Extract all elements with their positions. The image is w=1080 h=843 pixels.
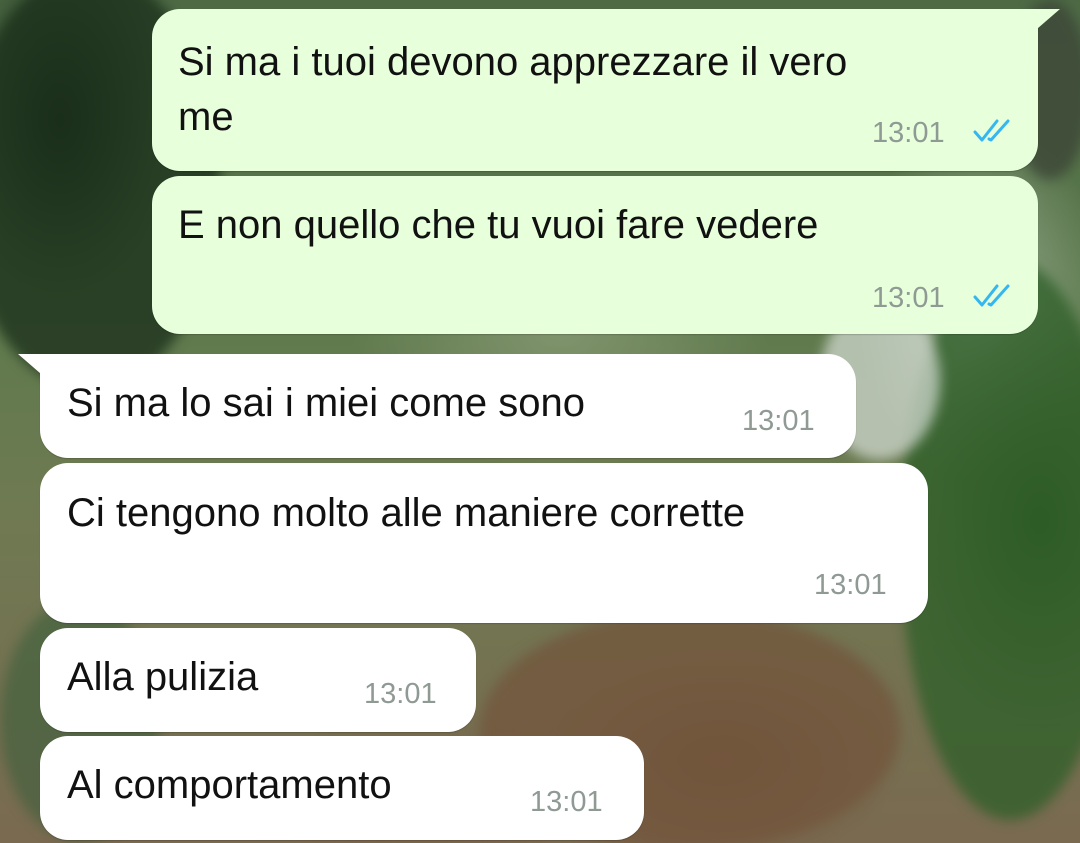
double-check-read-icon bbox=[973, 119, 1010, 142]
message-timestamp: 13:01 bbox=[872, 282, 945, 314]
bubble-tail-outgoing bbox=[1030, 9, 1060, 35]
message-timestamp: 13:01 bbox=[742, 405, 815, 437]
message-timestamp: 13:01 bbox=[364, 678, 437, 710]
bubble-tail-incoming bbox=[18, 354, 48, 380]
message-timestamp: 13:01 bbox=[530, 786, 603, 818]
message-timestamp: 13:01 bbox=[872, 117, 945, 149]
message-text: Al comportamento bbox=[67, 763, 392, 807]
message-timestamp: 13:01 bbox=[814, 569, 887, 601]
message-text: Si ma lo sai i miei come sono bbox=[67, 381, 585, 425]
message-text: Si ma i tuoi devono apprezzare il vero bbox=[178, 40, 848, 84]
message-text: E non quello che tu vuoi fare vedere bbox=[178, 203, 819, 247]
message-text: me bbox=[178, 95, 234, 139]
message-text: Alla pulizia bbox=[67, 655, 259, 699]
message-text: Ci tengono molto alle maniere corrette bbox=[67, 491, 746, 535]
double-check-read-icon bbox=[973, 284, 1010, 307]
